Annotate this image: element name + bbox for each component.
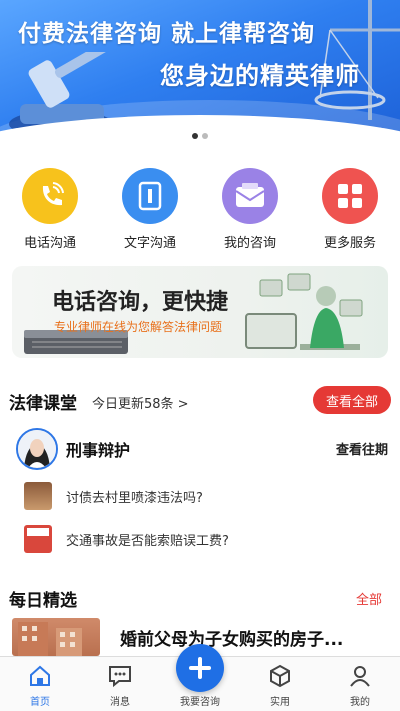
- plus-icon: [189, 657, 211, 679]
- consultant-illustration: [245, 273, 363, 350]
- home-icon: [0, 663, 80, 689]
- tab-utility[interactable]: 实用: [240, 657, 320, 711]
- daily-picks-title: 每日精选: [9, 591, 77, 611]
- daily-picks-all-link[interactable]: 全部: [356, 589, 382, 608]
- promo-subtitle: 专业律师在线为您解答法律问题: [54, 320, 223, 334]
- law-class-title: 法律课堂: [9, 394, 77, 414]
- message-icon: [80, 663, 160, 689]
- pick-title[interactable]: 婚前父母为子女购买的房子...: [120, 625, 343, 650]
- consult-fab-button[interactable]: [176, 644, 224, 692]
- pick-thumbnail[interactable]: [12, 618, 100, 656]
- article-title: 交通事故是否能索赔误工费?: [66, 533, 229, 549]
- column-name: 刑事辩护: [66, 441, 131, 460]
- tab-label: 我要咨询: [180, 697, 220, 708]
- tab-label: 实用: [270, 697, 290, 708]
- quick-item-my-consult[interactable]: 我的咨询: [200, 168, 300, 252]
- quick-item-more[interactable]: 更多服务: [300, 168, 400, 252]
- grid-icon: [322, 168, 378, 224]
- quick-item-text[interactable]: 文字沟通: [100, 168, 200, 252]
- article-title: 讨债去村里喷漆违法吗?: [66, 490, 203, 506]
- user-icon: [320, 663, 400, 689]
- past-issues-link[interactable]: 查看往期: [336, 439, 388, 458]
- avatar[interactable]: [16, 428, 58, 470]
- quick-item-label: 我的咨询: [223, 236, 276, 251]
- carousel-dots: [0, 133, 400, 139]
- tab-label: 首页: [30, 697, 50, 708]
- article-thumbnail: [24, 482, 52, 510]
- mail-icon: [222, 168, 278, 224]
- text-chat-icon: [122, 168, 178, 224]
- quick-item-phone[interactable]: 电话沟通: [0, 168, 100, 252]
- view-all-button[interactable]: 查看全部: [313, 386, 391, 414]
- banner-headline: 付费法律咨询 就上律帮咨询: [18, 21, 316, 47]
- carousel-dot-active[interactable]: [192, 133, 198, 139]
- law-class-update-link[interactable]: 今日更新58条 >: [92, 393, 189, 412]
- top-banner[interactable]: 付费法律咨询 就上律帮咨询 您身边的精英律师: [0, 0, 400, 150]
- tab-messages[interactable]: 消息: [80, 657, 160, 711]
- quick-item-label: 文字沟通: [123, 236, 176, 251]
- quick-item-label: 电话沟通: [23, 236, 76, 251]
- article-thumbnail: [24, 525, 52, 553]
- tab-label: 我的: [350, 697, 370, 708]
- cube-icon: [240, 663, 320, 689]
- tab-mine[interactable]: 我的: [320, 657, 400, 711]
- promo-title: 电话咨询，更快捷: [52, 290, 229, 315]
- phone-consult-promo-card[interactable]: 电话咨询，更快捷 专业律师在线为您解答法律问题: [12, 266, 388, 358]
- tab-home[interactable]: 首页: [0, 657, 80, 711]
- tab-label: 消息: [110, 697, 130, 708]
- carousel-dot[interactable]: [202, 133, 208, 139]
- list-item[interactable]: 讨债去村里喷漆违法吗?: [24, 482, 203, 510]
- phone-icon: [22, 168, 78, 224]
- list-item[interactable]: 交通事故是否能索赔误工费?: [24, 525, 229, 553]
- quick-services: 电话沟通 文字沟通 我的咨询 更多服务: [0, 168, 400, 252]
- quick-item-label: 更多服务: [323, 236, 376, 251]
- banner-subline: 您身边的精英律师: [160, 62, 360, 90]
- lawyer-portrait-icon: [18, 430, 56, 468]
- building-image: [18, 622, 82, 656]
